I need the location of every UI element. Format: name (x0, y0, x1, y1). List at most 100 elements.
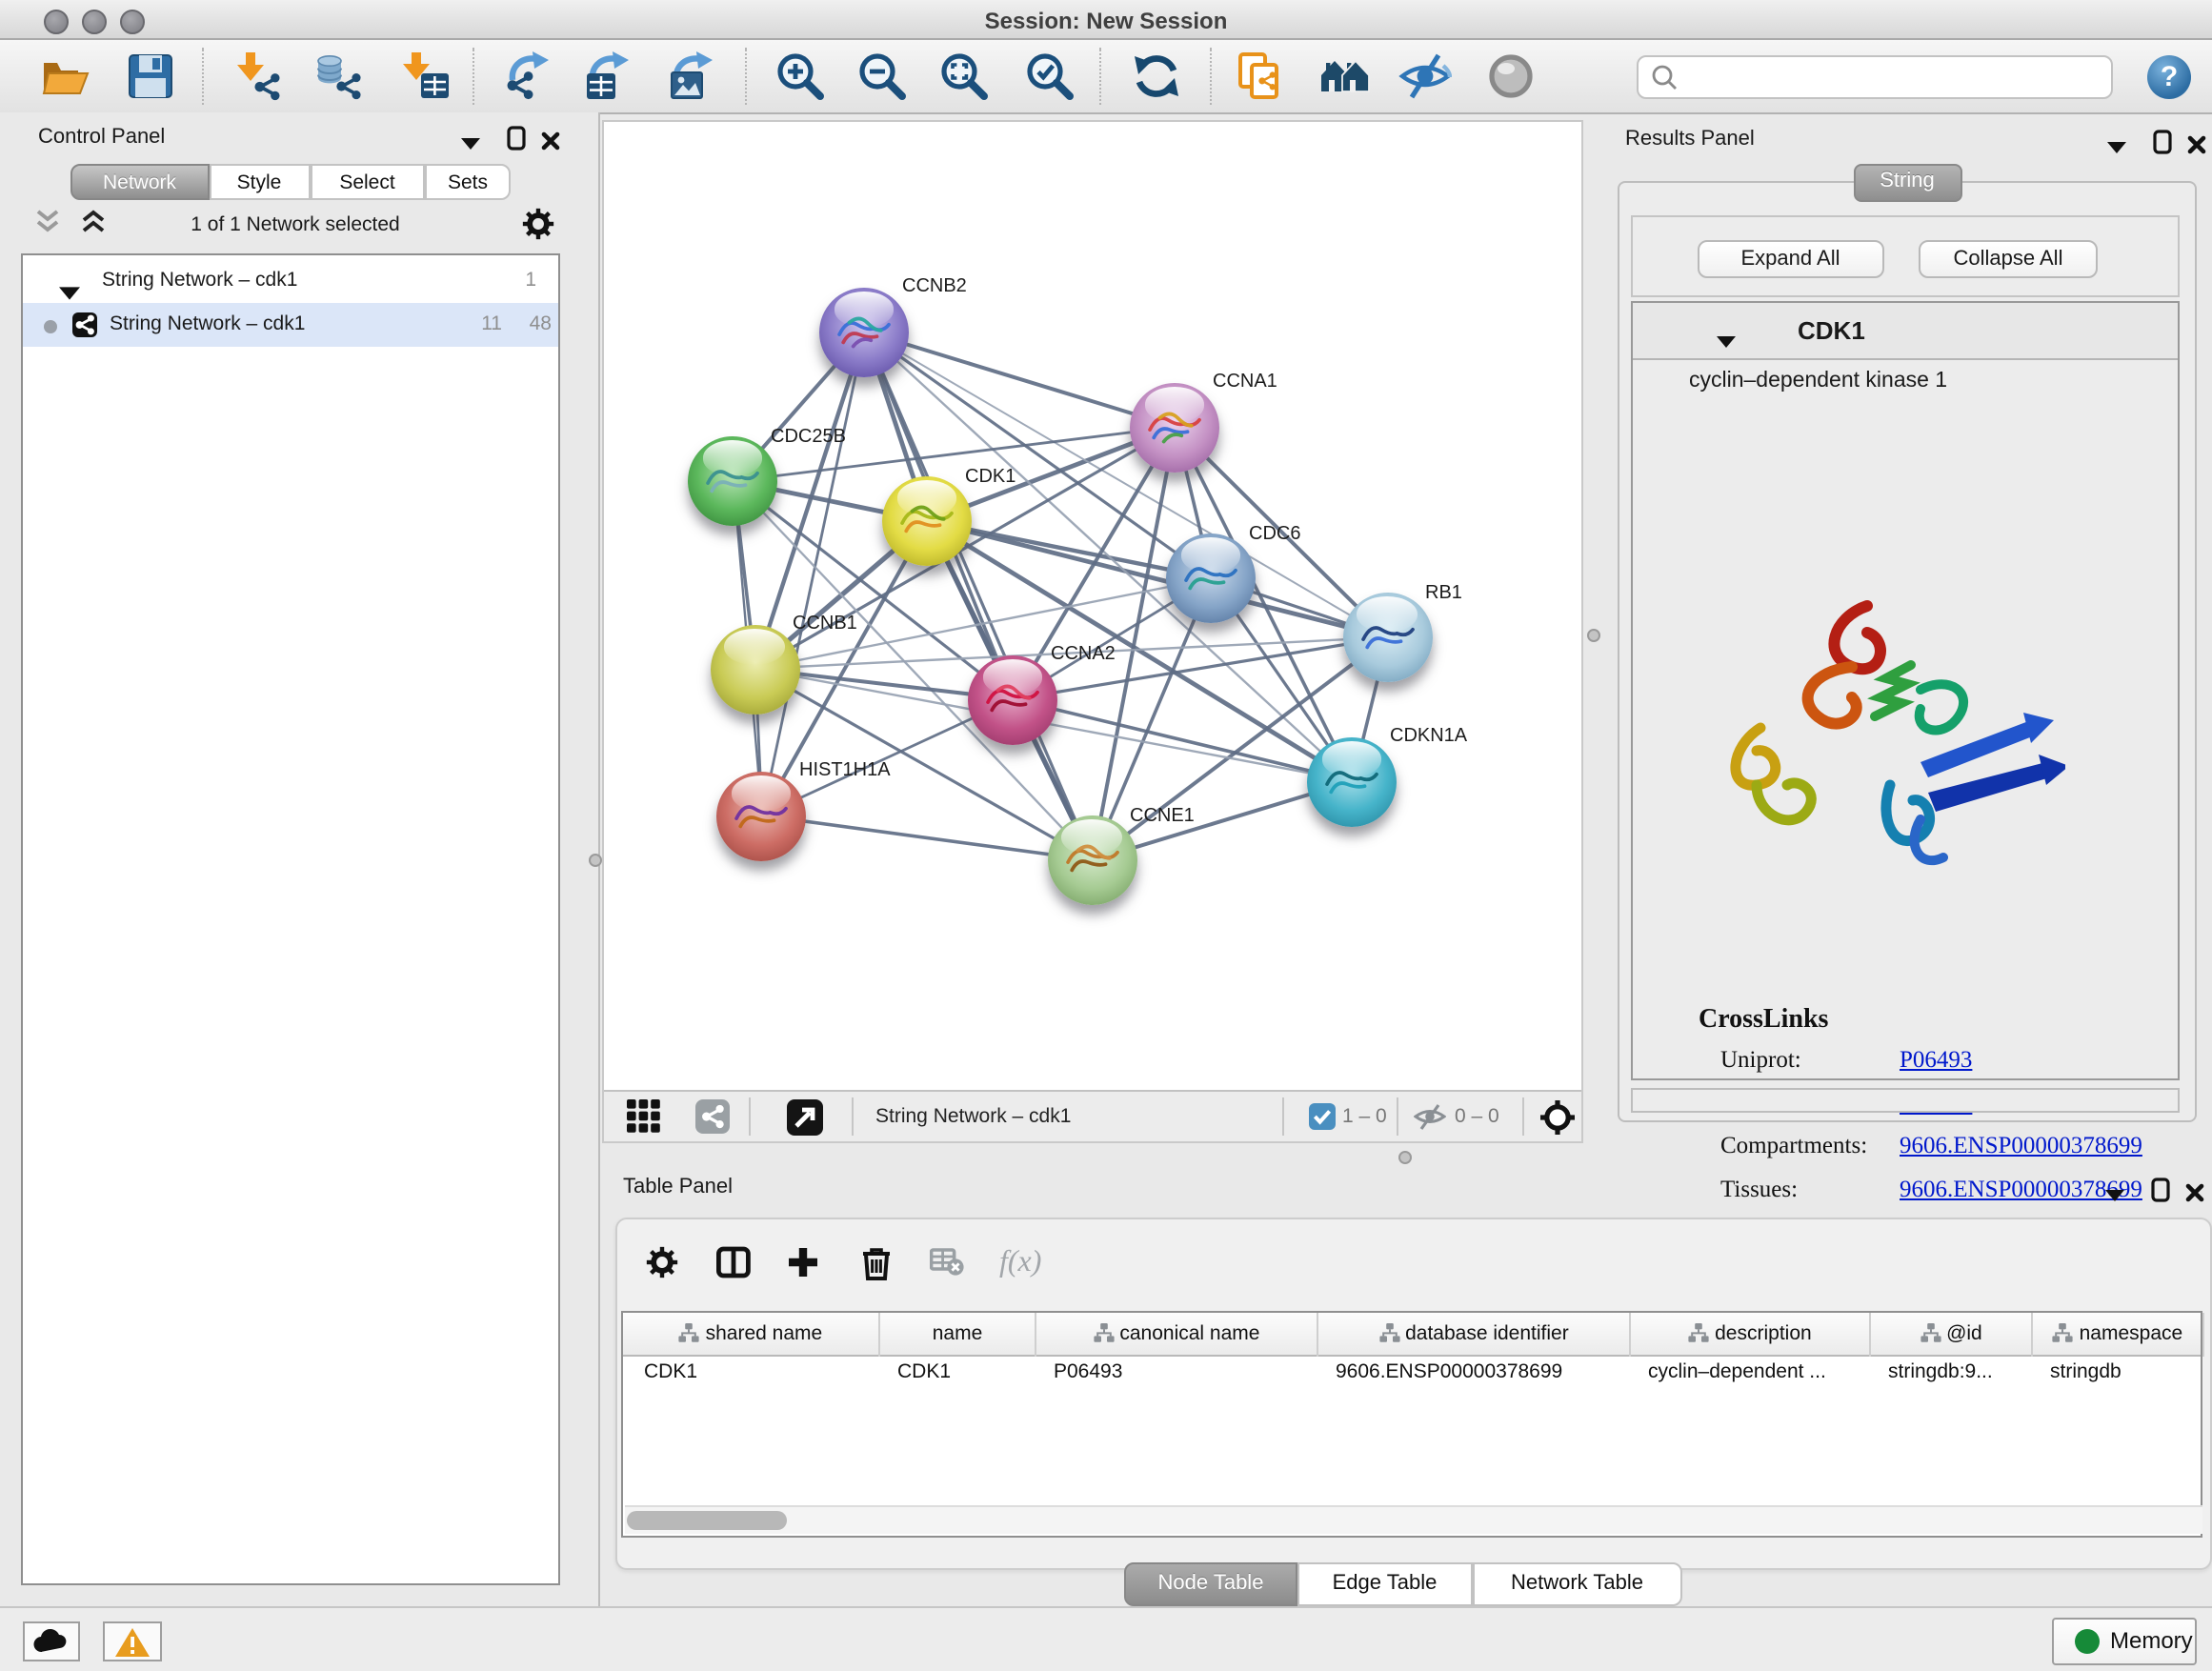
left-splitter-handle[interactable] (589, 854, 602, 867)
column-header-canonicalname[interactable]: canonical name (1036, 1313, 1318, 1357)
table-horizontal-scrollbar[interactable] (625, 1505, 2202, 1534)
refresh-icon[interactable] (1130, 50, 1183, 103)
folder-open-icon[interactable] (38, 50, 91, 103)
center-view-icon[interactable] (1538, 1098, 1575, 1144)
expand-all-icon[interactable] (34, 210, 61, 244)
open-in-new-icon[interactable] (786, 1098, 822, 1144)
tab-sets[interactable]: Sets (425, 164, 511, 200)
memory-button[interactable]: Memory (2051, 1618, 2197, 1665)
network-node-CCNA1[interactable] (1130, 382, 1219, 472)
import-network-icon[interactable] (231, 50, 284, 103)
network-view-icon[interactable] (694, 1099, 729, 1143)
protein-structure-image (1706, 578, 2064, 879)
selected-counter: 1 – 0 (1342, 1104, 1387, 1127)
tab-select[interactable]: Select (310, 164, 425, 200)
node-label-CCNB2: CCNB2 (902, 276, 967, 297)
table-panel-float-icon[interactable] (2150, 1178, 2169, 1212)
zoom-selected-icon[interactable] (1023, 50, 1076, 103)
results-panel-close-icon[interactable] (2186, 130, 2205, 164)
node-label-RB1: RB1 (1425, 582, 1462, 603)
collapse-all-icon[interactable] (80, 210, 107, 244)
cloud-button[interactable] (22, 1621, 80, 1661)
control-panel-close-icon[interactable] (541, 126, 560, 160)
show-columns-icon[interactable] (716, 1245, 751, 1287)
function-builder-icon: f(x) (999, 1245, 1041, 1279)
column-header-description[interactable]: description (1631, 1313, 1871, 1357)
network-node-RB1[interactable] (1342, 593, 1432, 682)
network-node-CCNA2[interactable] (968, 654, 1057, 744)
column-header-sharedname[interactable]: shared name (623, 1313, 880, 1357)
eye-gray-icon[interactable] (1484, 50, 1538, 103)
import-table-icon[interactable] (398, 50, 452, 103)
tab-node-table[interactable]: Node Table (1124, 1562, 1297, 1605)
tab-string[interactable]: String (1853, 164, 1961, 202)
node-label-CCNB1: CCNB1 (793, 614, 857, 634)
expand-all-button[interactable]: Expand All (1698, 240, 1883, 278)
column-header-@id[interactable]: @id (1871, 1313, 2033, 1357)
tab-network-table[interactable]: Network Table (1472, 1562, 1682, 1605)
tab-network[interactable]: Network (70, 164, 209, 200)
zoom-in-icon[interactable] (774, 50, 827, 103)
network-node-CDC25B[interactable] (688, 436, 777, 526)
gear-icon[interactable] (522, 208, 554, 250)
column-header-databaseidentifier[interactable]: database identifier (1318, 1313, 1631, 1357)
table-cell[interactable]: P06493 (1054, 1360, 1122, 1391)
import-database-icon[interactable] (311, 50, 364, 103)
network-node-CCNB2[interactable] (819, 287, 909, 376)
add-column-icon[interactable] (787, 1245, 819, 1287)
network-collection-row[interactable]: String Network – cdk1 1 (22, 258, 558, 302)
network-node-CDC6[interactable] (1166, 534, 1256, 623)
table-cell[interactable]: cyclin–dependent ... (1648, 1360, 1826, 1391)
gene-section-header[interactable]: CDK1 (1633, 302, 2178, 359)
right-splitter-handle[interactable] (1586, 628, 1599, 641)
table-panel-close-icon[interactable] (2184, 1178, 2203, 1212)
network-node-CCNB1[interactable] (710, 624, 799, 714)
table-cell[interactable]: 9606.ENSP00000378699 (1336, 1360, 1562, 1391)
results-panel-collapse-icon[interactable] (2106, 130, 2125, 164)
node-label-CCNA2: CCNA2 (1051, 644, 1116, 665)
delete-column-icon[interactable] (860, 1245, 891, 1289)
new-table-icon[interactable] (579, 50, 633, 103)
column-header-namespace[interactable]: namespace (2033, 1313, 2204, 1357)
eye-slash-icon[interactable] (1398, 50, 1452, 103)
results-panel: Results Panel String Expand All Collapse… (1603, 120, 2212, 1136)
table-cell[interactable]: stringdb:9... (1888, 1360, 1993, 1391)
zoom-fit-icon[interactable] (937, 50, 991, 103)
collapse-all-button[interactable]: Collapse All (1919, 240, 2098, 278)
control-panel-collapse-icon[interactable] (461, 126, 480, 160)
network-icon (71, 312, 96, 336)
network-row-selected[interactable]: String Network – cdk1 11 48 (22, 302, 558, 346)
node-label-CDC6: CDC6 (1249, 523, 1300, 544)
network-view[interactable]: CCNB2CCNA1CDC25BCDK1CDC6RB1CCNB1CCNA2CDK… (601, 120, 1582, 1143)
help-icon[interactable]: ? (2147, 55, 2191, 99)
crosslink-value-link[interactable]: P06493 (1900, 1046, 1972, 1075)
results-panel-float-icon[interactable] (2152, 130, 2171, 164)
table-cell[interactable]: CDK1 (644, 1360, 697, 1391)
grid-view-icon[interactable] (626, 1099, 660, 1143)
export-image-icon[interactable] (663, 50, 716, 103)
houses-icon[interactable] (1318, 50, 1372, 103)
save-icon[interactable] (124, 50, 177, 103)
network-node-HIST1H1A[interactable] (716, 771, 806, 860)
zoom-out-icon[interactable] (855, 50, 909, 103)
network-node-CDK1[interactable] (882, 476, 972, 566)
bottom-splitter-handle[interactable] (1398, 1151, 1412, 1164)
control-panel: Control Panel NetworkStyleSelectSets 1 o… (0, 112, 600, 1606)
column-header-name[interactable]: name (880, 1313, 1036, 1357)
new-network-icon[interactable] (499, 50, 553, 103)
selected-checkbox-icon[interactable] (1308, 1103, 1335, 1139)
search-input[interactable] (1637, 55, 2113, 99)
network-node-CDKN1A[interactable] (1307, 736, 1397, 826)
results-panel-footer-strip (1631, 1088, 2180, 1113)
table-cell[interactable]: stringdb (2050, 1360, 2122, 1391)
tab-edge-table[interactable]: Edge Table (1297, 1562, 1472, 1605)
tab-style[interactable]: Style (209, 164, 310, 200)
control-panel-float-icon[interactable] (507, 126, 526, 160)
copy-documents-icon[interactable] (1233, 50, 1286, 103)
warning-button[interactable] (103, 1621, 161, 1661)
network-node-CCNE1[interactable] (1047, 815, 1136, 905)
table-cell[interactable]: CDK1 (897, 1360, 951, 1391)
table-gear-icon[interactable] (645, 1245, 677, 1287)
table-panel-collapse-icon[interactable] (2104, 1178, 2123, 1212)
network-status-dot (43, 319, 56, 332)
